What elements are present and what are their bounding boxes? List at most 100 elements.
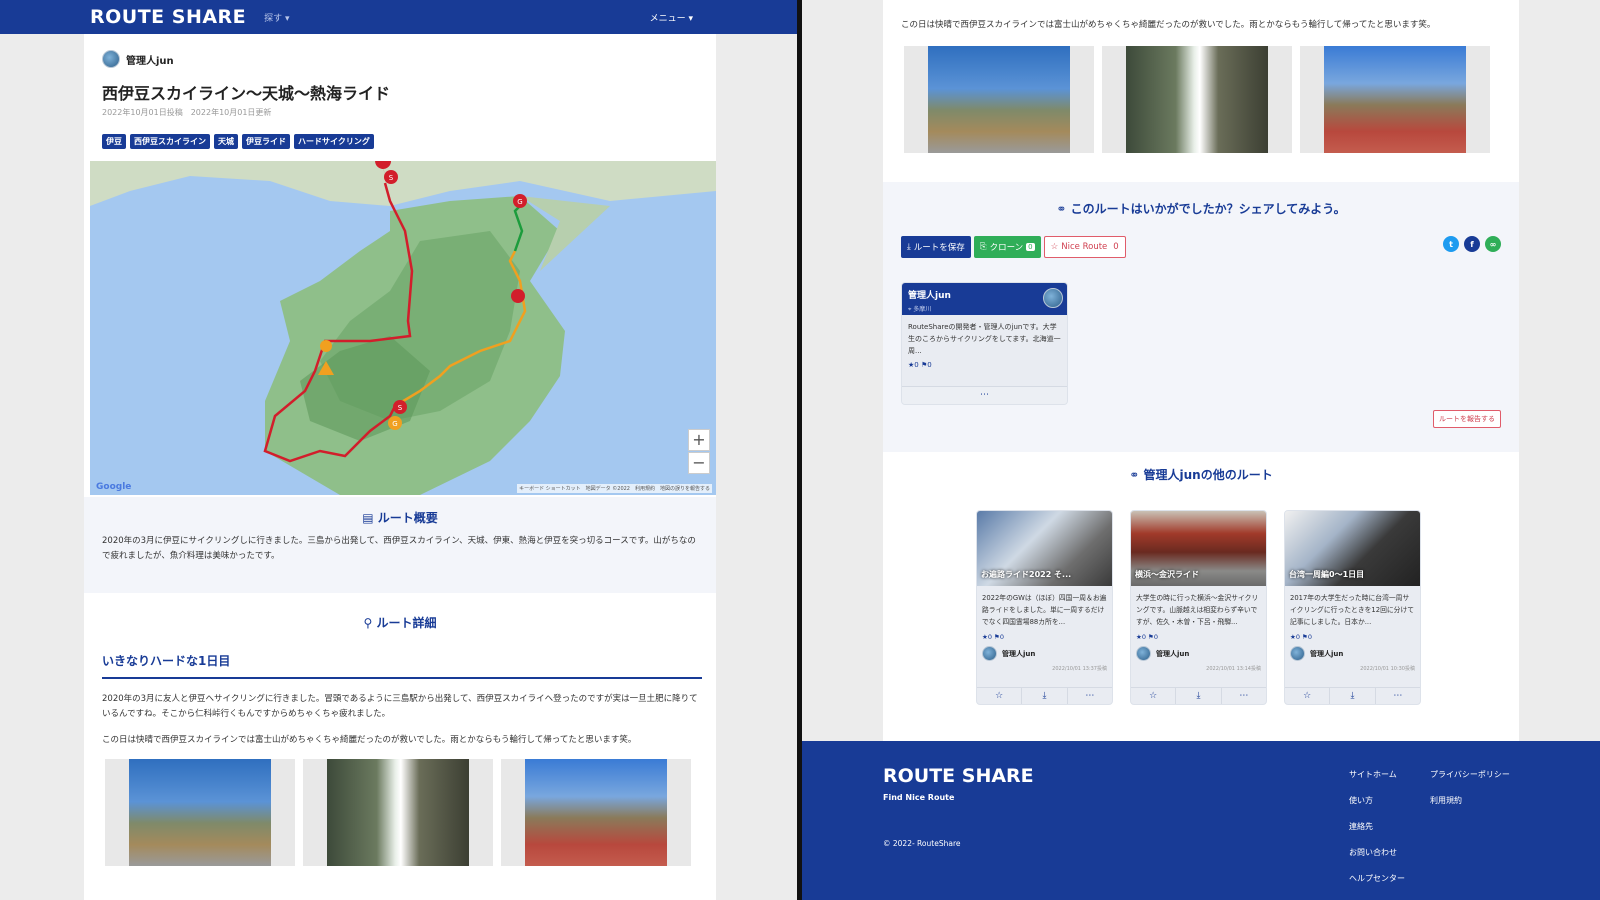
nice-count: 0: [1113, 242, 1119, 252]
star-icon: ☆: [1050, 242, 1059, 252]
star-icon[interactable]: ☆: [1285, 688, 1331, 704]
star-marker-icon[interactable]: [320, 340, 332, 352]
tag[interactable]: 天城: [214, 134, 238, 149]
clone-button[interactable]: ⎘ クローン 0: [973, 236, 1041, 258]
location-label: 多摩川: [913, 306, 932, 313]
download-icon: ⤓: [907, 242, 911, 252]
copy-icon: ⎘: [979, 242, 987, 252]
google-logo: Google: [96, 482, 132, 492]
author-card-header: 管理人jun ⌖ 多摩川: [902, 283, 1067, 315]
save-label: ルートを保存: [913, 243, 965, 253]
star-icon[interactable]: ☆: [1131, 688, 1177, 704]
footer-link[interactable]: 連絡先: [1349, 821, 1405, 832]
author-name: 管理人jun: [1002, 649, 1036, 658]
nice-route-button[interactable]: ☆ Nice Route 0: [1043, 236, 1126, 258]
route-article: 管理人jun 西伊豆スカイライン〜天城〜熱海ライド 2022年10月01日投稿 …: [84, 34, 716, 900]
route-card-date: 2022/10/01 13:14投稿: [1206, 666, 1261, 672]
route-map[interactable]: S G S G + − Google キーボード ショートカット 地図データ ©…: [90, 161, 716, 495]
tag[interactable]: 伊豆: [102, 134, 126, 149]
more-icon[interactable]: ⋯: [1376, 688, 1420, 704]
footer-link[interactable]: ヘルプセンター: [1349, 873, 1405, 884]
download-icon[interactable]: ⤓: [1330, 688, 1376, 704]
summary-heading: ルート概要: [377, 511, 438, 525]
footer-link[interactable]: プライバシーポリシー: [1430, 769, 1510, 780]
route-card[interactable]: 横浜〜金沢ライド 大学生の時に行った横浜〜金沢サイクリングです。山脈越えは相変わ…: [1130, 510, 1267, 705]
route-card-desc: 2017年の大学生だった時に台湾一周サイクリングに行ったときを12回に分けて記事…: [1290, 594, 1415, 626]
route-icon: ⚲: [363, 616, 377, 630]
photo-frame[interactable]: [1300, 46, 1490, 153]
detail-paragraph: この日は快晴で西伊豆スカイラインでは富士山がめちゃくちゃ綺麗だったのが救いでした…: [102, 735, 637, 745]
share-icon: ⚭: [1056, 202, 1071, 216]
search-dropdown[interactable]: 探す ▾: [264, 11, 289, 24]
more-icon[interactable]: ⋯: [1068, 688, 1112, 704]
route-card-desc: 大学生の時に行った横浜〜金沢サイクリングです。山脈越えは相変わらず辛いですが、佐…: [1136, 594, 1259, 626]
photo-frame[interactable]: [1102, 46, 1292, 153]
route-card[interactable]: お遍路ライド2022 そ... 2022年のGWは（ほぼ）四国一周＆お遍路ライド…: [976, 510, 1113, 705]
map-graphic: S G S G: [90, 161, 716, 495]
route-card-title: お遍路ライド2022 そ...: [981, 570, 1072, 579]
route-card-title: 横浜〜金沢ライド: [1135, 570, 1199, 579]
route-card-list: お遍路ライド2022 そ... 2022年のGWは（ほぼ）四国一周＆お遍路ライド…: [976, 510, 1421, 705]
photo-frame[interactable]: [904, 46, 1094, 153]
zoom-out-button[interactable]: −: [688, 452, 710, 474]
avatar: [1290, 646, 1305, 661]
more-button[interactable]: ⋯: [902, 386, 1067, 404]
site-footer: ROUTE SHARE Find Nice Route © 2022- Rout…: [802, 741, 1600, 900]
site-logo[interactable]: ROUTE SHARE: [90, 6, 246, 28]
map-attribution[interactable]: キーボード ショートカット 地図データ ©2022 利用規約 地図の誤りを報告す…: [517, 484, 712, 493]
photo-frame[interactable]: [501, 759, 691, 866]
facebook-icon[interactable]: f: [1464, 236, 1480, 252]
menu-dropdown[interactable]: メニュー ▾: [650, 11, 693, 24]
action-buttons: ⤓ ルートを保存 ⎘ クローン 0 ☆ Nice Route 0: [901, 236, 1126, 258]
star-icon[interactable]: ☆: [977, 688, 1023, 704]
photo-frame[interactable]: [303, 759, 493, 866]
divider: [102, 677, 702, 679]
footer-link[interactable]: お問い合わせ: [1349, 847, 1405, 858]
other-heading: 管理人junの他のルート: [1143, 468, 1273, 482]
detail-heading-row: ⚲ ルート詳細: [84, 614, 716, 631]
clone-count: 0: [1026, 243, 1035, 251]
zoom-in-button[interactable]: +: [688, 429, 710, 451]
detail-heading: ルート詳細: [376, 616, 437, 630]
route-card-desc: 2022年のGWは（ほぼ）四国一周＆お遍路ライドをしました。単に一周するだけでな…: [982, 594, 1107, 626]
map-marker-icon[interactable]: [511, 289, 525, 303]
download-icon[interactable]: ⤓: [1022, 688, 1068, 704]
social-share: t f ∞: [1443, 236, 1501, 252]
report-route-button[interactable]: ルートを報告する: [1433, 410, 1501, 428]
tag[interactable]: 西伊豆スカイライン: [130, 134, 210, 149]
route-card-stats: ★0 ⚑0: [982, 633, 1004, 641]
author-name: 管理人jun: [126, 55, 174, 67]
share-icon: ⚭: [1129, 468, 1144, 482]
footer-link[interactable]: 利用規約: [1430, 795, 1510, 806]
other-routes-section: ⚭ 管理人junの他のルート お遍路ライド2022 そ... 2022年のGWは…: [883, 452, 1519, 741]
avatar: [1136, 646, 1151, 661]
tag[interactable]: 伊豆ライド: [242, 134, 290, 149]
route-card-author[interactable]: 管理人jun: [1131, 644, 1266, 663]
route-card[interactable]: 台湾一周編0〜1日目 2017年の大学生だった時に台湾一周サイクリングに行ったと…: [1284, 510, 1421, 705]
footer-links: プライバシーポリシー 利用規約: [1430, 769, 1510, 806]
photo-fuji: [928, 46, 1070, 153]
footer-link[interactable]: サイトホーム: [1349, 769, 1405, 780]
list-icon: ▤: [362, 511, 378, 525]
route-summary-section: ▤ ルート概要 2020年の3月に伊豆にサイクリングしに行きました。三島から出発…: [84, 497, 716, 593]
route-card-author[interactable]: 管理人jun: [1285, 644, 1420, 663]
tag-list: 伊豆 西伊豆スカイライン 天城 伊豆ライド ハードサイクリング: [102, 134, 374, 149]
tag[interactable]: ハードサイクリング: [294, 134, 374, 149]
save-route-button[interactable]: ⤓ ルートを保存: [901, 236, 971, 258]
author-card[interactable]: 管理人jun ⌖ 多摩川 RouteShareの開発者・管理人のjunです。大学…: [901, 282, 1068, 405]
route-card-actions: ☆ ⤓ ⋯: [1285, 687, 1420, 704]
photo-gallery: [105, 759, 691, 866]
footer-links: サイトホーム 使い方 連絡先 お問い合わせ ヘルプセンター: [1349, 769, 1405, 884]
route-card-author[interactable]: 管理人jun: [977, 644, 1112, 663]
photo-frame[interactable]: [105, 759, 295, 866]
twitter-icon[interactable]: t: [1443, 236, 1459, 252]
more-icon[interactable]: ⋯: [1222, 688, 1266, 704]
author-row[interactable]: 管理人jun: [102, 50, 174, 68]
avatar: [1043, 288, 1063, 308]
footer-logo[interactable]: ROUTE SHARE: [883, 765, 1034, 787]
marker-label: G: [517, 198, 522, 206]
route-card-stats: ★0 ⚑0: [1290, 633, 1312, 641]
download-icon[interactable]: ⤓: [1176, 688, 1222, 704]
link-icon[interactable]: ∞: [1485, 236, 1501, 252]
footer-link[interactable]: 使い方: [1349, 795, 1405, 806]
